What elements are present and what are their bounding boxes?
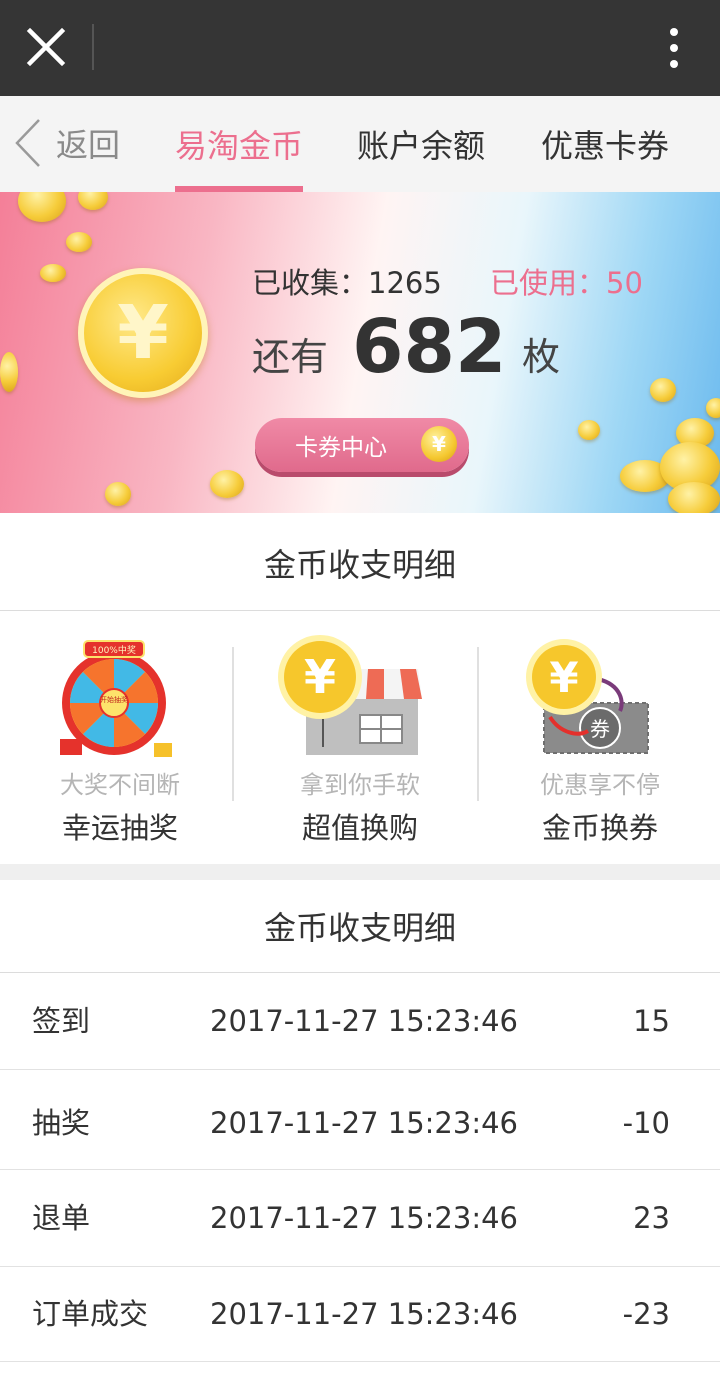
feature-subtitle: 优惠享不停 <box>540 771 660 799</box>
coin-icon: ¥ <box>421 426 457 462</box>
deco-coin-icon <box>40 264 66 282</box>
record-amount: 15 <box>633 1004 670 1038</box>
deco-coin-icon <box>78 192 108 210</box>
record-type: 订单成交 <box>32 1297 149 1331</box>
deco-coin-icon <box>18 192 66 222</box>
section-title-coin-details: 金币收支明细 <box>0 515 720 611</box>
section-gap <box>0 864 720 880</box>
chevron-left-icon <box>15 119 40 167</box>
feature-divider <box>232 647 234 801</box>
deco-coin-icon <box>210 470 244 498</box>
feature-subtitle: 大奖不间断 <box>60 771 180 799</box>
feature-coin-shop[interactable]: ¥ 拿到你手软 超值换购 <box>240 611 480 864</box>
tab-balance[interactable]: 账户余额 <box>356 96 486 192</box>
nav-tabs: 返回 易淘金币 账户余额 优惠卡券 <box>0 96 720 192</box>
deco-coin-icon <box>706 398 720 418</box>
remain-count: 682 <box>352 304 507 390</box>
record-amount: 23 <box>633 1201 670 1235</box>
top-bar <box>0 0 720 96</box>
feature-lucky-draw[interactable]: 开始抽奖 100%中奖 大奖不间断 幸运抽奖 <box>0 611 240 864</box>
feature-divider <box>477 647 479 801</box>
wheel-banner-label: 100%中奖 <box>92 644 136 656</box>
tab-coins[interactable]: 易淘金币 <box>175 96 303 192</box>
coupon-char: 券 <box>590 717 610 741</box>
record-type: 抽奖 <box>32 1106 91 1140</box>
feature-coin-coupon[interactable]: 券 ¥ 优惠享不停 金币换券 <box>480 611 720 864</box>
table-row: 签到 2017-11-27 15:23:46 15 <box>0 973 720 1070</box>
feature-title: 超值换购 <box>301 811 418 845</box>
coin-icon: ¥ <box>78 268 208 398</box>
feature-title: 幸运抽奖 <box>61 811 178 845</box>
close-icon[interactable] <box>22 22 70 72</box>
deco-coin-icon <box>668 482 720 513</box>
section-title-records: 金币收支明细 <box>0 880 720 973</box>
collected-count: 已收集：1265 <box>252 266 442 300</box>
coin-symbol: ¥ <box>549 653 578 702</box>
remain-prefix: 还有 <box>252 335 329 379</box>
more-vertical-icon[interactable] <box>660 26 690 70</box>
deco-coin-icon <box>578 420 600 440</box>
coupon-center-label: 卡券中心 <box>295 435 387 461</box>
back-label: 返回 <box>56 126 121 164</box>
coin-banner: ¥ 已收集：1265 已使用：50 还有 682 枚 卡券中心 ¥ <box>0 192 720 513</box>
record-time: 2017-11-27 15:23:46 <box>210 1106 518 1140</box>
table-row: 退单 2017-11-27 15:23:46 23 <box>0 1170 720 1267</box>
wheel-center-label: 开始抽奖 <box>100 695 128 704</box>
used-count: 已使用：50 <box>490 266 643 300</box>
record-type: 签到 <box>32 1004 91 1038</box>
back-button[interactable]: 返回 <box>14 118 120 168</box>
record-amount: -23 <box>622 1297 670 1331</box>
record-type: 退单 <box>32 1201 91 1235</box>
coin-symbol: ¥ <box>304 650 336 704</box>
deco-coin-icon <box>0 352 18 392</box>
coupon-center-button[interactable]: 卡券中心 ¥ <box>255 418 469 472</box>
record-time: 2017-11-27 15:23:46 <box>210 1297 518 1331</box>
remain-unit: 枚 <box>522 335 561 379</box>
records-list: 签到 2017-11-27 15:23:46 15 抽奖 2017-11-27 … <box>0 973 720 1362</box>
table-row: 订单成交 2017-11-27 15:23:46 -23 <box>0 1267 720 1362</box>
coin-coupon-icon: 券 ¥ <box>526 639 649 754</box>
deco-coin-icon <box>66 232 92 252</box>
record-amount: -10 <box>622 1106 670 1140</box>
topbar-divider <box>92 24 94 70</box>
table-row: 抽奖 2017-11-27 15:23:46 -10 <box>0 1070 720 1170</box>
record-time: 2017-11-27 15:23:46 <box>210 1201 518 1235</box>
feature-grid: 开始抽奖 100%中奖 大奖不间断 幸运抽奖 ¥ 拿到你手软 超值换购 券 ¥ … <box>0 611 720 864</box>
feature-title: 金币换券 <box>541 811 658 845</box>
record-time: 2017-11-27 15:23:46 <box>210 1004 518 1038</box>
deco-coin-icon <box>650 378 676 402</box>
deco-coin-icon <box>105 482 131 506</box>
feature-subtitle: 拿到你手软 <box>300 771 420 799</box>
tab-coupons[interactable]: 优惠卡券 <box>540 96 670 192</box>
lucky-wheel-icon: 开始抽奖 100%中奖 <box>60 640 172 757</box>
coin-shop-icon: ¥ <box>278 635 422 755</box>
